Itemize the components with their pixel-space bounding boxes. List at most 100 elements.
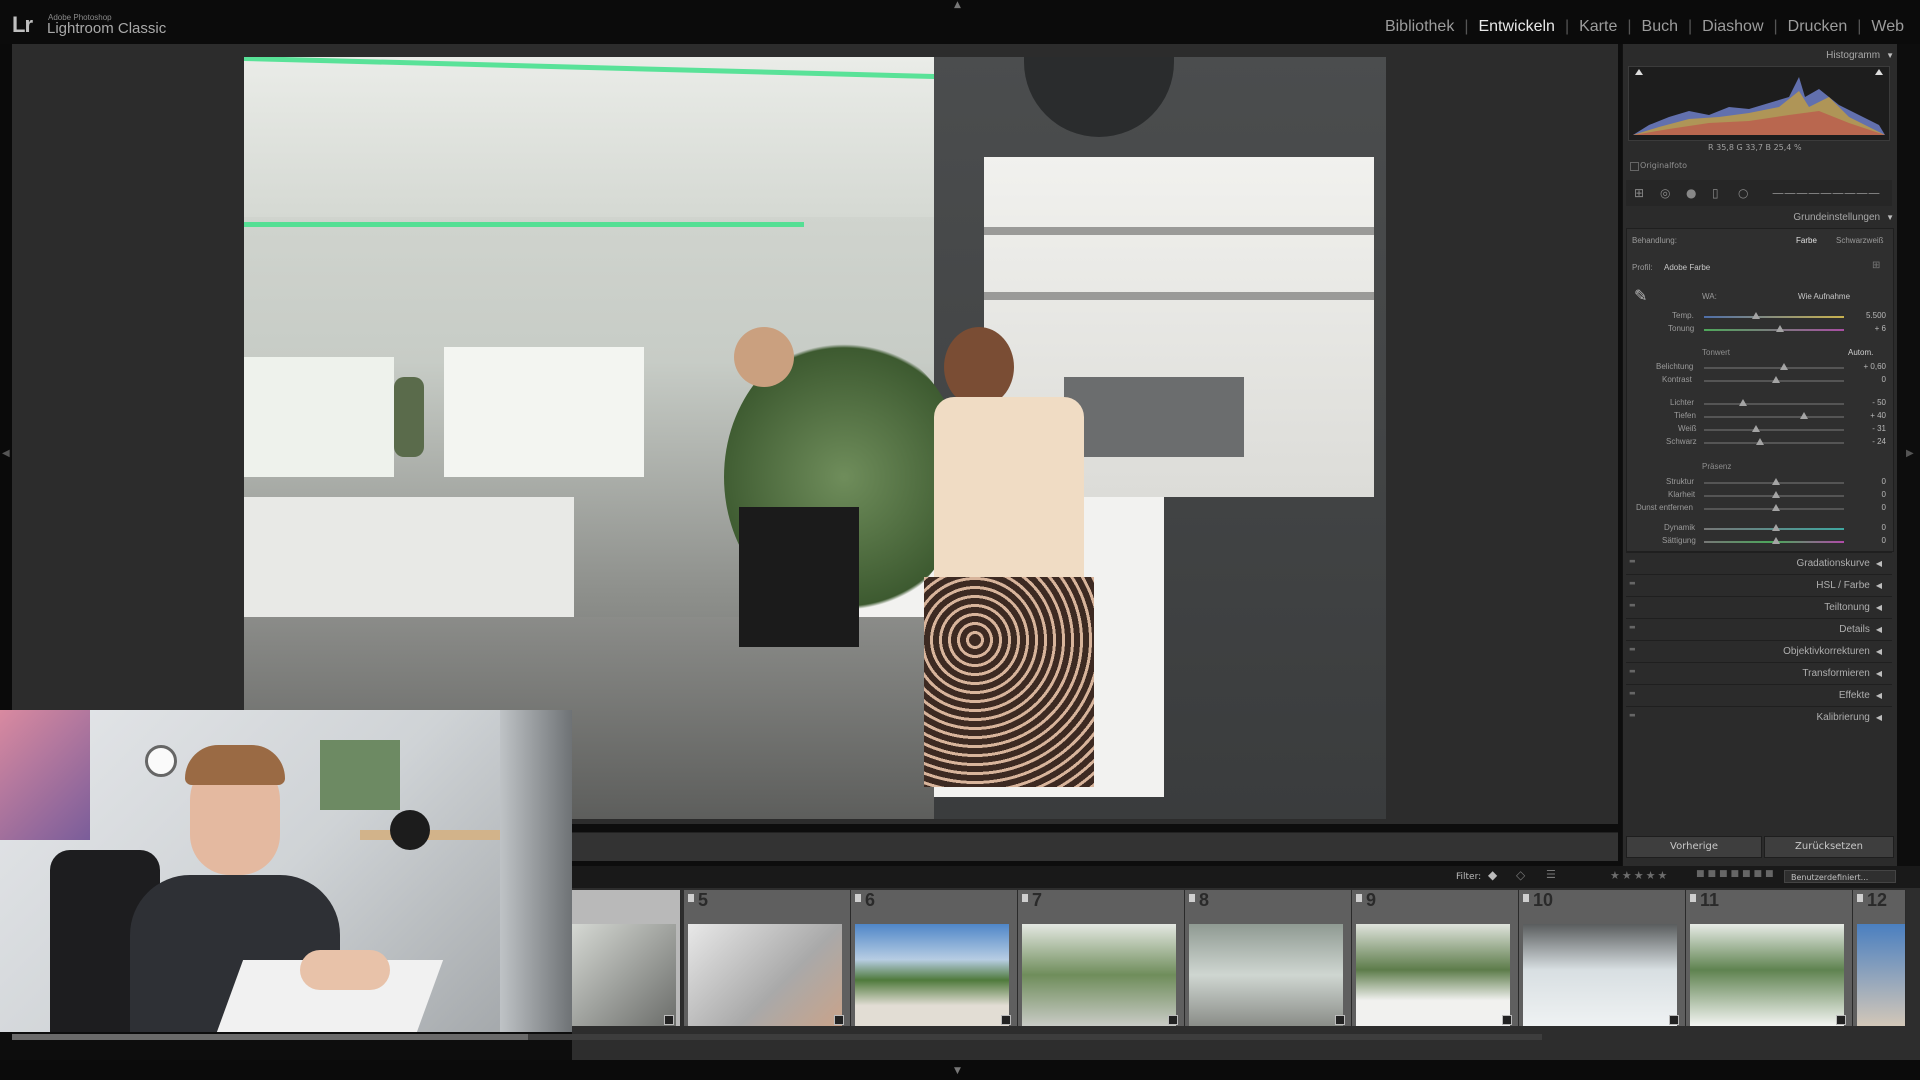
- previous-button[interactable]: Vorherige: [1626, 836, 1762, 858]
- shadows-value[interactable]: + 40: [1856, 411, 1886, 420]
- module-web[interactable]: Web: [1861, 18, 1914, 36]
- blacks-slider-thumb[interactable]: [1756, 438, 1764, 445]
- profile-select[interactable]: Adobe Farbe: [1664, 263, 1710, 272]
- panel-effects[interactable]: ▬ Effekte ◀: [1626, 684, 1892, 705]
- panel-calibration[interactable]: ▬ Kalibrierung ◀: [1626, 706, 1892, 727]
- highlights-slider-thumb[interactable]: [1739, 399, 1747, 406]
- temp-slider-thumb[interactable]: [1752, 312, 1760, 319]
- red-eye-icon[interactable]: ●: [1686, 187, 1698, 199]
- webcam-overlay: [0, 710, 572, 1032]
- whites-value[interactable]: - 31: [1856, 424, 1886, 433]
- list-filter-icon[interactable]: ☰: [1546, 868, 1556, 881]
- unflagged-filter-icon[interactable]: ◇: [1516, 868, 1525, 882]
- filmstrip-thumbnail[interactable]: 11: [1686, 890, 1853, 1026]
- white-balance-eyedropper-icon[interactable]: ✎: [1634, 286, 1647, 306]
- filmstrip-thumbnail[interactable]: 7: [1018, 890, 1185, 1026]
- texture-slider-thumb[interactable]: [1772, 478, 1780, 485]
- collapse-triangle-icon: ▼: [1886, 51, 1894, 60]
- module-entwickeln[interactable]: Entwickeln: [1468, 18, 1564, 36]
- filmstrip-thumbnail[interactable]: 6: [851, 890, 1018, 1026]
- filmstrip-thumbnail[interactable]: 8: [1185, 890, 1352, 1026]
- saturation-value[interactable]: 0: [1856, 536, 1886, 545]
- highlights-slider[interactable]: [1704, 399, 1844, 406]
- custom-filter-select[interactable]: Benutzerdefiniert...: [1784, 870, 1896, 883]
- auto-tone-button[interactable]: Autom.: [1848, 348, 1873, 357]
- color-label-filter[interactable]: ■■■■■■■: [1696, 869, 1777, 879]
- graduated-filter-icon[interactable]: ▯: [1712, 187, 1724, 199]
- contrast-slider[interactable]: [1704, 376, 1844, 383]
- clarity-value[interactable]: 0: [1856, 490, 1886, 499]
- filmstrip-thumbnail[interactable]: 12: [1853, 890, 1906, 1026]
- module-buch[interactable]: Buch: [1632, 18, 1688, 36]
- expand-left-panel-icon[interactable]: ◀: [2, 448, 10, 459]
- histogram-graph[interactable]: [1628, 66, 1890, 141]
- clarity-slider-thumb[interactable]: [1772, 491, 1780, 498]
- module-bibliothek[interactable]: Bibliothek: [1375, 18, 1464, 36]
- wb-select[interactable]: Wie Aufnahme: [1798, 292, 1850, 301]
- shadows-slider[interactable]: [1704, 412, 1844, 419]
- original-photo-checkbox[interactable]: [1630, 162, 1639, 171]
- blacks-slider[interactable]: [1704, 438, 1844, 445]
- collapse-right-panel-icon[interactable]: ▶: [1906, 448, 1914, 459]
- rgb-readout: R 35,8 G 33,7 B 25,4 %: [1708, 143, 1802, 152]
- vibrance-slider-thumb[interactable]: [1772, 524, 1780, 531]
- panel-split-toning[interactable]: ▬ Teiltonung ◀: [1626, 596, 1892, 617]
- treatment-color-option[interactable]: Farbe: [1796, 236, 1817, 245]
- dehaze-slider[interactable]: [1704, 504, 1844, 511]
- module-diashow[interactable]: Diashow: [1692, 18, 1773, 36]
- texture-value[interactable]: 0: [1856, 477, 1886, 486]
- star-rating-filter[interactable]: ★★★★★: [1610, 869, 1669, 882]
- whites-slider[interactable]: [1704, 425, 1844, 432]
- filmstrip-scrollbar-thumb[interactable]: [12, 1034, 528, 1040]
- basic-panel-header[interactable]: Grundeinstellungen ▼: [1793, 212, 1894, 223]
- adjustment-brush-icon[interactable]: —————————: [1772, 187, 1882, 199]
- exposure-value[interactable]: + 0,60: [1856, 362, 1886, 371]
- temp-slider[interactable]: [1704, 312, 1844, 319]
- shadows-label: Tiefen: [1674, 411, 1696, 420]
- radial-filter-icon[interactable]: ○: [1738, 187, 1750, 199]
- crop-icon[interactable]: ⊞: [1634, 187, 1646, 199]
- filmstrip-thumbnail[interactable]: 5: [684, 890, 851, 1026]
- module-karte[interactable]: Karte: [1569, 18, 1627, 36]
- profile-label: Profil:: [1632, 263, 1653, 272]
- histogram-header[interactable]: Histogramm ▼: [1826, 50, 1894, 61]
- filmstrip-thumbnail-current[interactable]: [572, 890, 681, 1026]
- contrast-value[interactable]: 0: [1856, 375, 1886, 384]
- tint-slider-thumb[interactable]: [1776, 325, 1784, 332]
- blacks-value[interactable]: - 24: [1856, 437, 1886, 446]
- collapse-top-panel-icon[interactable]: ▲: [954, 0, 961, 10]
- saturation-slider-thumb[interactable]: [1772, 537, 1780, 544]
- vibrance-value[interactable]: 0: [1856, 523, 1886, 532]
- highlights-label: Lichter: [1670, 398, 1695, 407]
- panel-hsl[interactable]: ▬ HSL / Farbe ◀: [1626, 574, 1892, 595]
- profile-browser-icon[interactable]: ⊞: [1872, 260, 1880, 271]
- collapse-filmstrip-icon[interactable]: ▼: [954, 1066, 961, 1076]
- contrast-slider-thumb[interactable]: [1772, 376, 1780, 383]
- spot-removal-icon[interactable]: ◎: [1660, 187, 1672, 199]
- treatment-bw-option[interactable]: Schwarzweiß: [1836, 236, 1884, 245]
- tint-value[interactable]: + 6: [1856, 324, 1886, 333]
- whites-slider-thumb[interactable]: [1752, 425, 1760, 432]
- dehaze-value[interactable]: 0: [1856, 503, 1886, 512]
- temp-value[interactable]: 5.500: [1856, 311, 1886, 320]
- filmstrip-thumbnail[interactable]: 10: [1519, 890, 1686, 1026]
- panel-details[interactable]: ▬ Details ◀: [1626, 618, 1892, 639]
- exposure-slider-thumb[interactable]: [1780, 363, 1788, 370]
- saturation-slider[interactable]: [1704, 537, 1844, 544]
- panel-tone-curve[interactable]: ▬ Gradationskurve ◀: [1626, 552, 1892, 573]
- dehaze-slider-thumb[interactable]: [1772, 504, 1780, 511]
- shadows-slider-thumb[interactable]: [1800, 412, 1808, 419]
- tint-slider[interactable]: [1704, 325, 1844, 332]
- flag-filter-icon[interactable]: ◆: [1488, 868, 1497, 882]
- filmstrip-thumbnail[interactable]: 9: [1352, 890, 1519, 1026]
- panel-lens-corrections[interactable]: ▬ Objektivkorrekturen ◀: [1626, 640, 1892, 661]
- vibrance-slider[interactable]: [1704, 524, 1844, 531]
- clarity-slider[interactable]: [1704, 491, 1844, 498]
- main-photo[interactable]: [244, 57, 1386, 819]
- highlights-value[interactable]: - 50: [1856, 398, 1886, 407]
- panel-transform[interactable]: ▬ Transformieren ◀: [1626, 662, 1892, 683]
- reset-button[interactable]: Zurücksetzen: [1764, 836, 1894, 858]
- module-drucken[interactable]: Drucken: [1778, 18, 1858, 36]
- exposure-slider[interactable]: [1704, 363, 1844, 370]
- texture-slider[interactable]: [1704, 478, 1844, 485]
